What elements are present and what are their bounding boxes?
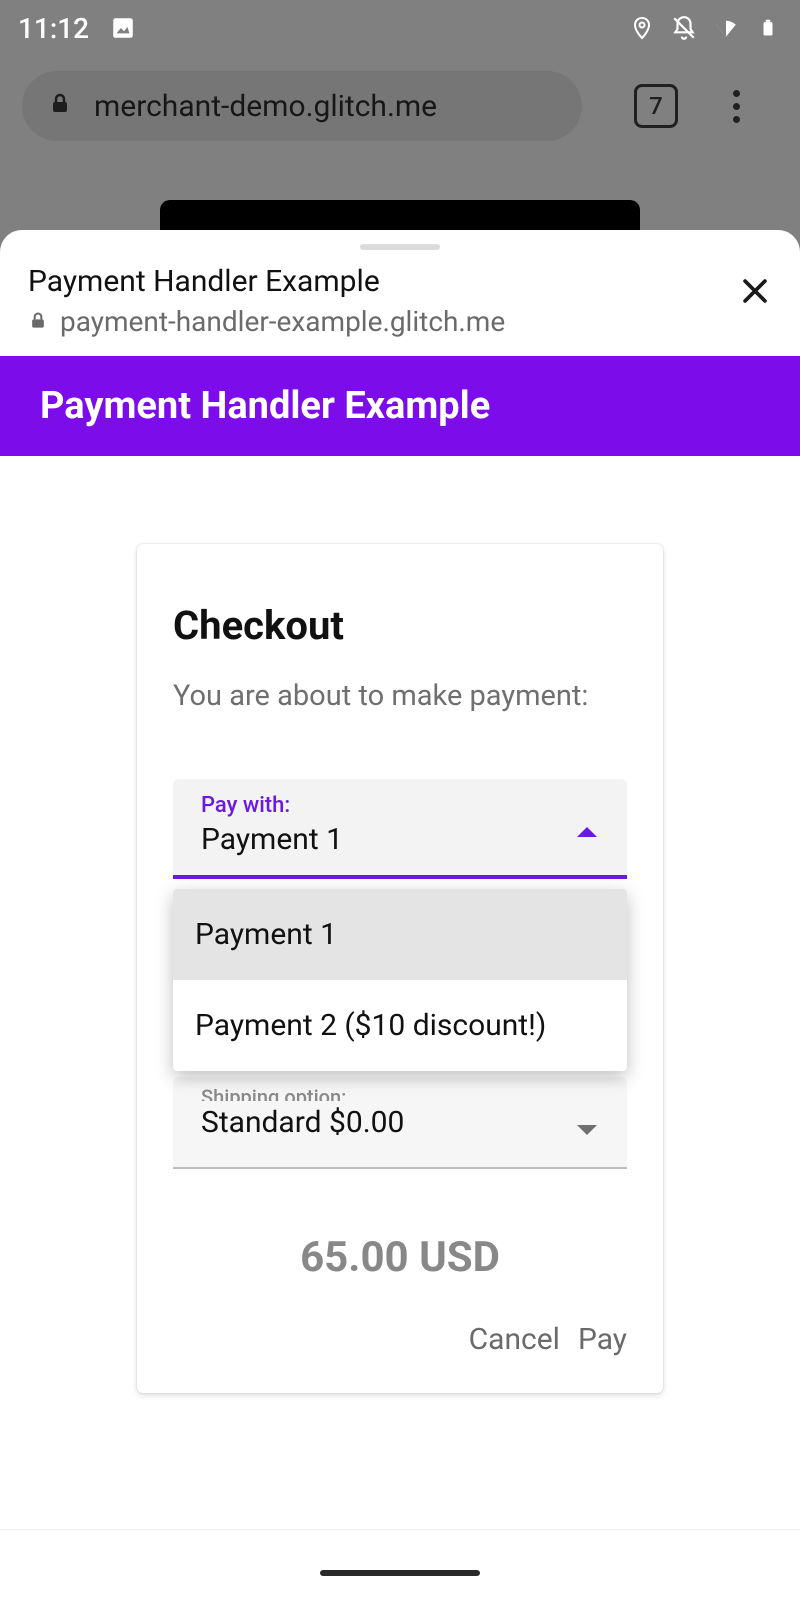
clock: 11:12 bbox=[18, 12, 89, 45]
shipping-value: Standard $0.00 bbox=[201, 1105, 599, 1140]
payment-sheet: Payment Handler Example payment-handler-… bbox=[0, 230, 800, 1600]
card-title: Checkout bbox=[173, 602, 627, 649]
shipping-select[interactable]: Shipping option: Standard $0.00 bbox=[173, 1077, 627, 1169]
dropdown-option-payment-1[interactable]: Payment 1 bbox=[173, 889, 627, 980]
battery-icon bbox=[754, 14, 782, 42]
status-bar: 11:12 bbox=[0, 0, 800, 56]
pay-with-dropdown: Payment 1 Payment 2 ($10 discount!) bbox=[173, 889, 627, 1071]
app-bar: Payment Handler Example bbox=[0, 356, 800, 456]
cancel-button[interactable]: Cancel bbox=[469, 1322, 560, 1357]
card-subtitle: You are about to make payment: bbox=[173, 679, 627, 713]
url-text: merchant-demo.glitch.me bbox=[94, 89, 437, 124]
pay-with-label: Pay with: bbox=[201, 793, 599, 818]
tab-switcher[interactable]: 7 bbox=[634, 84, 678, 128]
location-icon bbox=[628, 14, 656, 42]
pay-with-select[interactable]: Pay with: Payment 1 bbox=[173, 779, 627, 879]
chevron-down-icon bbox=[577, 1125, 597, 1135]
lock-icon bbox=[48, 92, 72, 120]
chevron-up-icon bbox=[577, 827, 597, 837]
shipping-label: Shipping option: bbox=[201, 1087, 599, 1101]
sheet-title: Payment Handler Example bbox=[28, 264, 505, 299]
bell-off-icon bbox=[670, 14, 698, 42]
image-icon bbox=[109, 14, 137, 42]
order-total: 65.00 USD bbox=[173, 1233, 627, 1282]
pay-with-value: Payment 1 bbox=[201, 822, 599, 857]
close-button[interactable] bbox=[738, 274, 772, 312]
lock-icon bbox=[28, 305, 48, 338]
overflow-menu-icon[interactable] bbox=[718, 90, 754, 123]
address-bar[interactable]: merchant-demo.glitch.me bbox=[22, 71, 582, 141]
gesture-bar[interactable] bbox=[320, 1570, 480, 1576]
app-bar-title: Payment Handler Example bbox=[40, 384, 490, 428]
wifi-icon bbox=[712, 14, 740, 42]
bottom-bar bbox=[0, 1530, 800, 1600]
dropdown-option-payment-2[interactable]: Payment 2 ($10 discount!) bbox=[173, 980, 627, 1071]
pay-button[interactable]: Pay bbox=[578, 1322, 627, 1357]
checkout-card: Checkout You are about to make payment: … bbox=[137, 544, 663, 1393]
browser-toolbar: merchant-demo.glitch.me 7 bbox=[0, 64, 800, 148]
sheet-origin: payment-handler-example.glitch.me bbox=[60, 305, 505, 338]
